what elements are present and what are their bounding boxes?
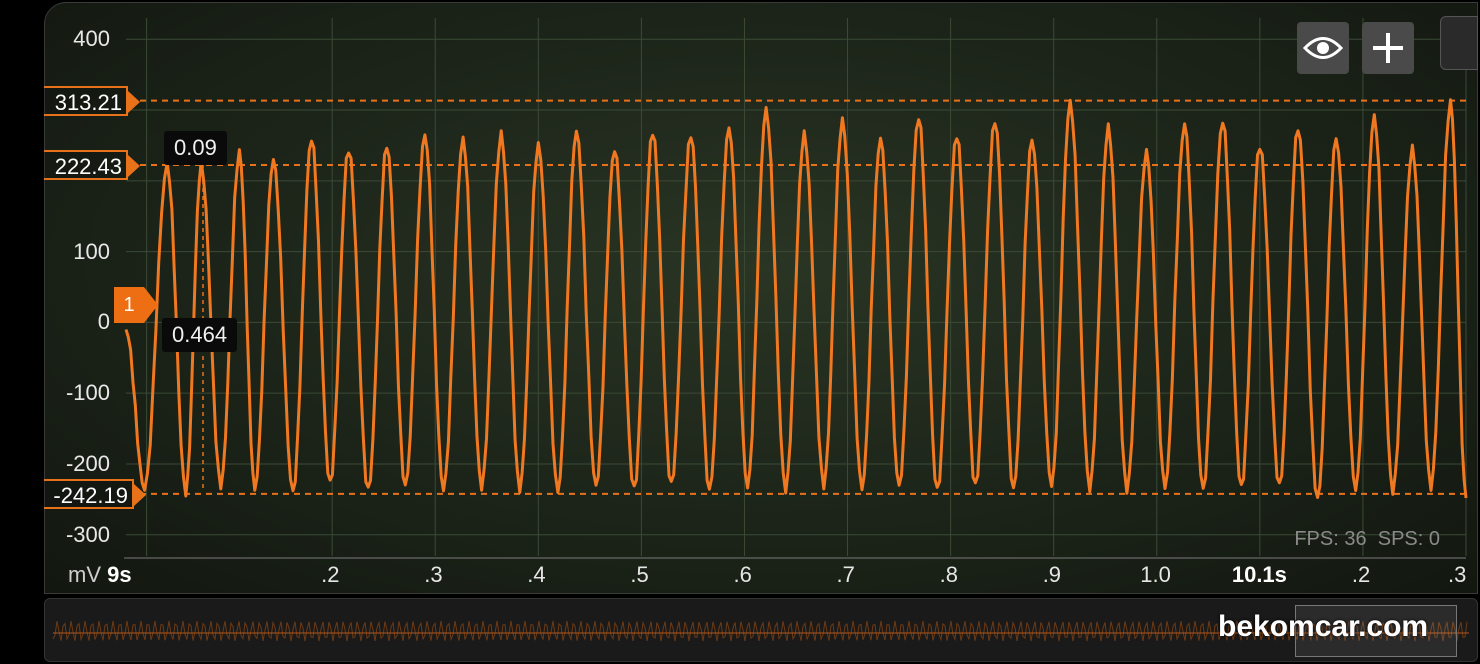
waveform-plot[interactable] [0,0,1480,600]
visibility-button[interactable] [1297,22,1349,74]
marker-neg242[interactable]: -242.19 [44,478,146,509]
y-unit-label: mV [68,562,101,587]
eye-icon [1303,37,1343,59]
x-tick-label: .3 [1448,562,1467,587]
y-tick-label: 0 [97,309,110,335]
performance-stats: FPS: 36 SPS: 0 [1294,528,1440,551]
x-tick-label: .2 [321,562,340,587]
channel-1-marker[interactable]: 1 [114,287,158,323]
add-button[interactable] [1362,22,1414,74]
marker-313-label: 313.21 [54,89,122,115]
x-tick-label: .5 [630,562,649,587]
marker-313[interactable]: 313.21 [44,85,140,116]
x-tick-label: .4 [527,562,546,587]
side-drawer-handle[interactable] [1440,16,1478,70]
y-tick-label: 400 [73,26,110,52]
y-tick-label: 100 [73,238,110,264]
marker-neg242-label: -242.19 [53,482,128,508]
cursor-time-readout: 0.09 [164,131,227,165]
x-tick-label: .8 [939,562,958,587]
sps-readout: SPS: 0 [1377,528,1440,550]
cursor-value-readout: 0.464 [162,318,238,352]
x-tick-label: .3 [424,562,443,587]
x-tick-label: .6 [733,562,752,587]
x-tick-label: 1.0 [1140,562,1171,587]
y-tick-label: -200 [65,450,110,476]
x-axis-unit-start: mV 9s [68,562,132,588]
y-tick-label: -100 [65,380,110,406]
x-tick-label: .9 [1042,562,1062,587]
waveform-trace [124,98,1468,499]
oscilloscope-app: 400 100 0 -100 -200 -300 313.21 222.43 -242.1… [0,0,1480,664]
x-tick-label: .2 [1351,562,1371,587]
marker-222[interactable]: 222.43 [44,149,140,180]
fps-readout: FPS: 36 [1294,528,1367,550]
marker-222-label: 222.43 [54,153,122,179]
plus-icon [1373,33,1403,63]
y-tick-label: -300 [65,521,110,547]
x-tick-label: .7 [836,562,855,587]
x-axis-start-label: 9s [107,562,132,587]
x-tick-label: 10.1s [1231,562,1287,587]
watermark-text: bekomcar.com [1218,610,1429,643]
